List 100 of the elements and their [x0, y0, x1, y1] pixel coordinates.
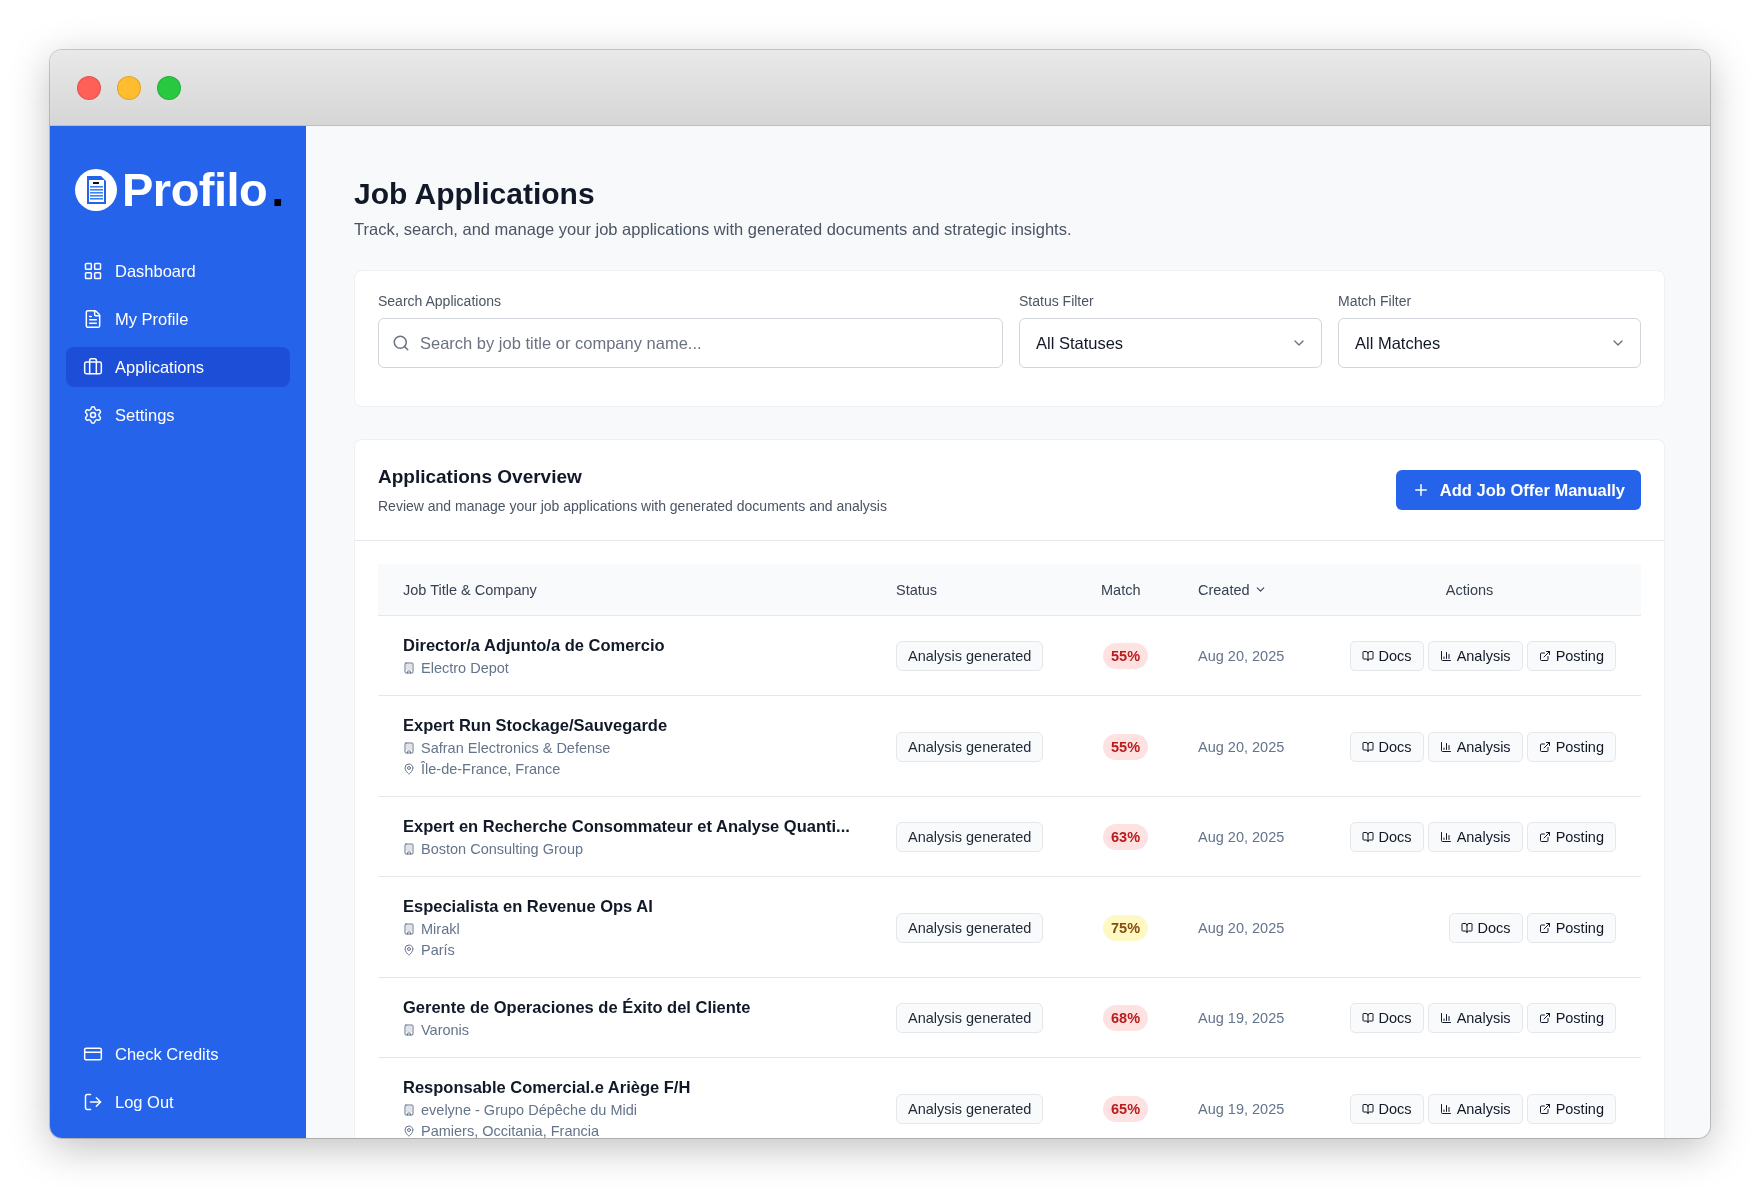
sidebar-item[interactable]: Applications — [66, 347, 290, 387]
company-name: evelyne - Grupo Dépêche du Midi — [403, 1102, 896, 1118]
posting-button[interactable]: Posting — [1526, 641, 1616, 671]
match-badge: 68% — [1103, 1005, 1149, 1031]
building-icon — [403, 742, 415, 754]
match-badge: 75% — [1103, 914, 1149, 941]
building-icon — [403, 1024, 415, 1036]
status-badge: Analysis generated — [896, 822, 1044, 852]
posting-button[interactable]: Posting — [1526, 731, 1616, 762]
docs-button[interactable]: Docs — [1349, 822, 1424, 852]
created-date: Aug 20, 2025 — [1198, 919, 1286, 936]
column-header: Actions — [1444, 581, 1495, 598]
add-job-button[interactable]: Add Job Offer Manually — [1395, 470, 1641, 510]
book-icon — [1361, 740, 1374, 753]
book-icon — [1361, 831, 1374, 843]
building-icon — [403, 923, 415, 935]
bar-chart-icon — [1439, 831, 1452, 843]
company-name: Varonis — [403, 1022, 896, 1038]
book-icon — [1361, 1012, 1374, 1024]
page-subtitle: Track, search, and manage your job applications with generated documents and strategic insights. — [354, 220, 1073, 239]
external-link-icon — [1538, 921, 1551, 934]
page-title: Job Applications — [354, 176, 596, 212]
column-header: Status — [896, 581, 939, 598]
grid-icon — [83, 261, 103, 281]
book-icon — [1460, 921, 1473, 934]
job-title: Especialista en Revenue Ops AI — [403, 897, 654, 916]
sidebar-item[interactable]: My Profile — [66, 299, 290, 339]
analysis-button[interactable]: Analysis — [1427, 1093, 1523, 1124]
book-icon — [1361, 650, 1374, 662]
building-icon — [403, 843, 415, 855]
posting-button[interactable]: Posting — [1526, 912, 1616, 943]
job-title: Gerente de Operaciones de Éxito del Cliente — [403, 998, 752, 1017]
zoom-button[interactable] — [157, 75, 181, 100]
match-badge: 65% — [1103, 1095, 1149, 1122]
pin-icon — [403, 763, 415, 775]
logout-icon — [83, 1092, 103, 1112]
search-field[interactable]: Search by job title or company name... — [378, 318, 1003, 368]
match-badge: 55% — [1103, 643, 1149, 669]
docs-button[interactable]: Docs — [1349, 641, 1424, 671]
status-select[interactable]: All Statuses — [1019, 318, 1322, 368]
status-badge: Analysis generated — [896, 731, 1044, 762]
section-subtitle: Review and manage your job applications with generated documents and analysis — [378, 498, 887, 514]
posting-button[interactable]: Posting — [1526, 822, 1616, 852]
document-icon — [83, 309, 103, 329]
field-label: Status Filter — [1019, 293, 1095, 309]
docs-button[interactable]: Docs — [1448, 912, 1523, 943]
pin-icon — [403, 944, 415, 956]
posting-button[interactable]: Posting — [1526, 1003, 1616, 1033]
match-badge: 63% — [1103, 824, 1149, 850]
pin-icon — [403, 1125, 415, 1137]
analysis-button[interactable]: Analysis — [1427, 641, 1523, 671]
job-location: Île-de-France, France — [403, 761, 896, 777]
company-name: Safran Electronics & Defense — [403, 740, 896, 756]
analysis-button[interactable]: Analysis — [1427, 822, 1523, 852]
external-link-icon — [1538, 1012, 1551, 1024]
docs-button[interactable]: Docs — [1349, 1093, 1424, 1124]
external-link-icon — [1538, 1102, 1551, 1115]
created-date: Aug 20, 2025 — [1198, 648, 1286, 664]
status-badge: Analysis generated — [896, 1093, 1044, 1124]
search-icon — [392, 334, 410, 352]
job-title: Director/a Adjunto/a de Comercio — [403, 636, 666, 655]
minimize-button[interactable] — [117, 75, 141, 100]
status-badge: Analysis generated — [896, 641, 1044, 671]
building-icon — [403, 662, 415, 674]
bar-chart-icon — [1439, 1012, 1452, 1024]
analysis-button[interactable]: Analysis — [1427, 1003, 1523, 1033]
created-date: Aug 19, 2025 — [1198, 1010, 1286, 1026]
bar-chart-icon — [1439, 1102, 1452, 1115]
created-date: Aug 20, 2025 — [1198, 829, 1286, 845]
docs-button[interactable]: Docs — [1349, 731, 1424, 762]
close-button[interactable] — [77, 75, 101, 100]
job-title: Expert en Recherche Consommateur et Analyse Quanti... — [403, 817, 851, 836]
created-date: Aug 20, 2025 — [1198, 738, 1286, 755]
sidebar-item[interactable]: Check Credits — [66, 1034, 290, 1074]
column-header: Match — [1101, 581, 1142, 598]
company-name: Electro Depot — [403, 660, 896, 676]
status-badge: Analysis generated — [896, 1003, 1044, 1033]
column-header[interactable]: Created — [1198, 581, 1323, 598]
analysis-button[interactable]: Analysis — [1427, 731, 1523, 762]
logo-text: Profilo — [122, 166, 268, 213]
company-name: Boston Consulting Group — [403, 841, 896, 857]
book-icon — [1361, 1102, 1374, 1115]
field-label: Search Applications — [378, 293, 502, 309]
job-location: Pamiers, Occitania, Francia — [403, 1123, 896, 1138]
settings-icon — [83, 405, 103, 425]
match-select[interactable]: All Matches — [1338, 318, 1641, 368]
job-title: Responsable Comercial.e Ariège F/H — [403, 1078, 692, 1097]
posting-button[interactable]: Posting — [1526, 1093, 1616, 1124]
card-icon — [83, 1044, 103, 1064]
company-name: Mirakl — [403, 921, 896, 937]
column-header: Job Title & Company — [403, 581, 538, 598]
job-title: Expert Run Stockage/Sauvegarde — [403, 716, 669, 735]
sidebar-item[interactable]: Dashboard — [66, 251, 290, 291]
external-link-icon — [1538, 650, 1551, 662]
sidebar-item[interactable]: Log Out — [66, 1082, 290, 1122]
external-link-icon — [1538, 831, 1551, 843]
bar-chart-icon — [1439, 650, 1452, 662]
section-title: Applications Overview — [378, 466, 583, 488]
sidebar-item[interactable]: Settings — [66, 395, 290, 435]
docs-button[interactable]: Docs — [1349, 1003, 1424, 1033]
